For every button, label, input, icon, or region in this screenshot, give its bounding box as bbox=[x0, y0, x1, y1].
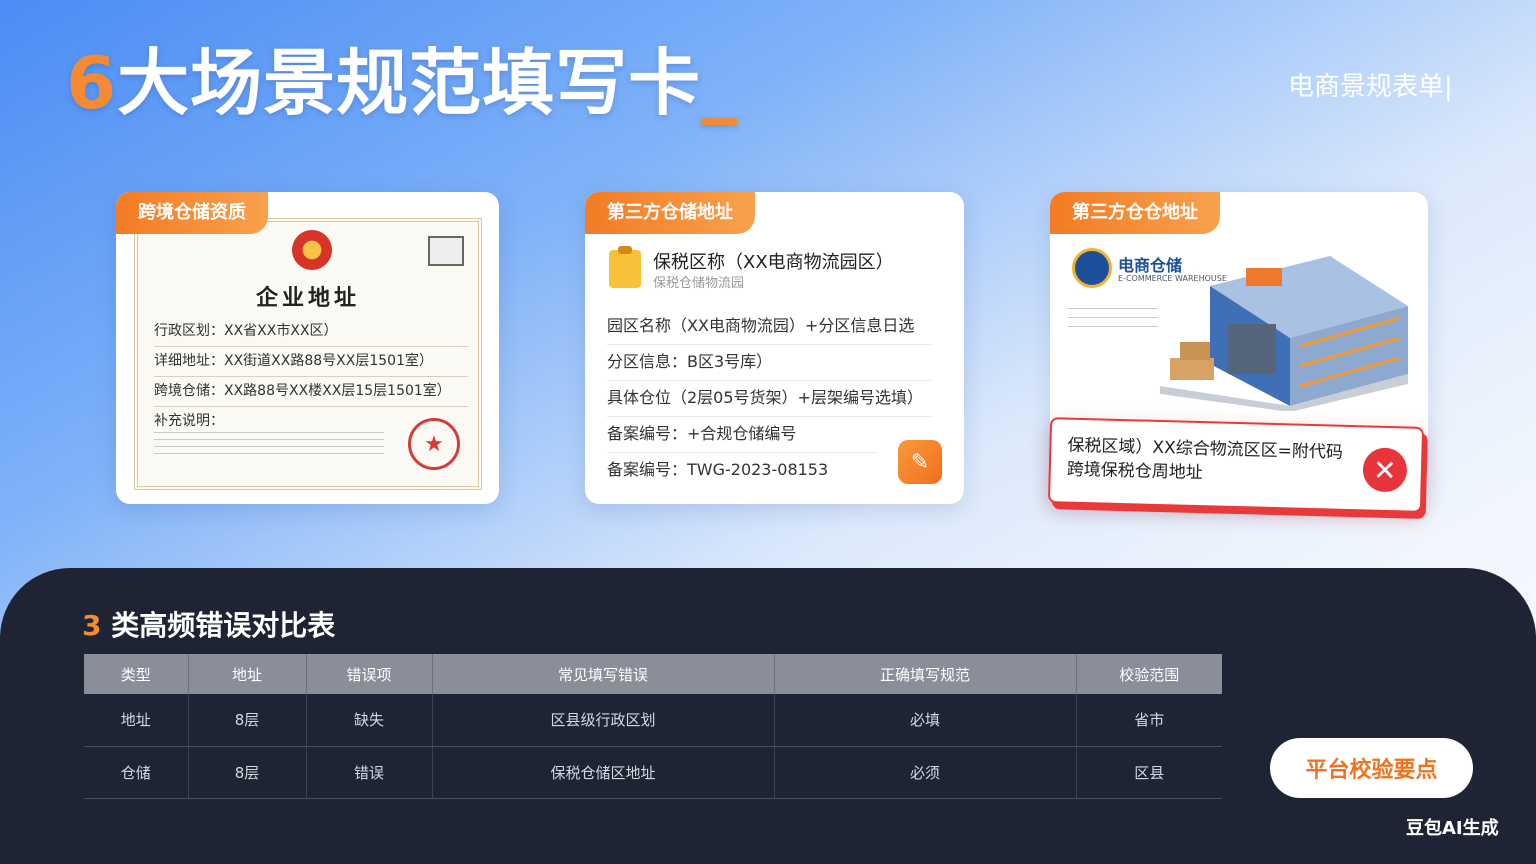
fine-print bbox=[1068, 308, 1158, 334]
warehouse-illustration bbox=[1160, 256, 1408, 411]
table-cell: 区县 bbox=[1076, 746, 1222, 799]
table-cell: 地址 bbox=[84, 694, 189, 747]
card-enterprise-address[interactable]: 企业地址 行政区划：XX省XX市XX区） 详细地址：XX街道XX路88号XX层1… bbox=[116, 192, 499, 504]
row-park-name: 园区名称（XX电商物流园）+分区信息日选 bbox=[607, 312, 931, 345]
table-cell: 缺失 bbox=[306, 694, 433, 747]
cert-row-detail: 详细地址：XX街道XX路88号XX层1501室） bbox=[154, 350, 468, 377]
table-row: 地址 8层 缺失 区县级行政区划 必填 省市 bbox=[84, 694, 1222, 747]
error-text: 保税区域）XX综合物流区区=附代码 跨境保税仓周地址 bbox=[1067, 434, 1344, 489]
certificate-title: 企业地址 bbox=[255, 286, 360, 311]
ai-watermark: 豆包AI生成 bbox=[1406, 818, 1499, 839]
top-right-tag: 电商景规表单| bbox=[1288, 72, 1453, 102]
section-number: 3 bbox=[82, 609, 102, 642]
row-zone-info: 分区信息：B区3号库） bbox=[607, 348, 931, 381]
title-cursor: _ bbox=[701, 41, 739, 125]
table-cell: 区县级行政区划 bbox=[432, 694, 775, 747]
table-cell: 必须 bbox=[774, 746, 1077, 799]
page-title: 6大场景规范填写卡_ bbox=[66, 38, 738, 128]
close-icon: ✕ bbox=[1362, 447, 1408, 493]
title-number: 6 bbox=[66, 41, 118, 125]
edit-icon: ✎ bbox=[910, 449, 930, 475]
table-header: 校验范围 bbox=[1076, 654, 1222, 694]
table-cell: 8层 bbox=[188, 746, 307, 799]
comparison-table: 类型 地址 错误项 常见填写错误 正确填写规范 校验范围 地址 8层 缺失 区县… bbox=[84, 654, 1222, 799]
certificate-image: 企业地址 行政区划：XX省XX市XX区） 详细地址：XX街道XX路88号XX层1… bbox=[134, 218, 482, 490]
row-record-a: 备案编号：+合规仓储编号 bbox=[607, 420, 877, 453]
table-cell: 仓储 bbox=[84, 746, 189, 799]
card-subtitle: 保税仓储物流园 bbox=[653, 276, 745, 291]
section-title: 3 类高频错误对比表 bbox=[82, 604, 335, 644]
national-emblem-icon bbox=[292, 230, 332, 270]
card-third-party-address[interactable]: 第三方仓储地址 保税区称（XX电商物流园区） 保税仓储物流园 园区名称（XX电商… bbox=[585, 192, 964, 504]
card-tag: 第三方仓仓地址 bbox=[1050, 192, 1220, 234]
card-title: 保税区称（XX电商物流园区） bbox=[653, 252, 894, 273]
title-text: 大场景规范填写卡 bbox=[117, 41, 702, 125]
section-title-text: 类高频错误对比表 bbox=[111, 609, 336, 642]
row-position: 具体仓位（2层05号货架）+层架编号选填） bbox=[607, 384, 931, 417]
table-header-row: 类型 地址 错误项 常见填写错误 正确填写规范 校验范围 bbox=[84, 654, 1222, 694]
platform-check-button[interactable]: 平台校验要点 bbox=[1270, 738, 1473, 798]
red-stamp-icon: ★ bbox=[408, 418, 460, 470]
document-icon bbox=[428, 236, 464, 266]
table-header: 地址 bbox=[188, 654, 307, 694]
row-record-b: 备案编号：TWG-2023-08153 bbox=[607, 460, 829, 479]
warehouse-logo-icon bbox=[1072, 248, 1112, 288]
cert-fine-print bbox=[154, 432, 384, 456]
table-header: 类型 bbox=[84, 654, 189, 694]
card-tag: 第三方仓储地址 bbox=[585, 192, 755, 234]
edit-button[interactable]: ✎ bbox=[898, 440, 942, 484]
cert-row-warehouse: 跨境仓储：XX路88号XX楼XX层15层1501室） bbox=[154, 380, 468, 407]
table-cell: 错误 bbox=[306, 746, 433, 799]
table-row: 仓储 8层 错误 保税仓储区地址 必须 区县 bbox=[84, 746, 1222, 799]
table-header: 错误项 bbox=[306, 654, 433, 694]
error-callout: 保税区域）XX综合物流区区=附代码 跨境保税仓周地址 ✕ bbox=[1047, 417, 1425, 513]
clipboard-icon bbox=[609, 246, 641, 288]
error-comparison-section: 3 类高频错误对比表 类型 地址 错误项 常见填写错误 正确填写规范 校验范围 … bbox=[0, 568, 1536, 864]
card-tag: 跨境仓储资质 bbox=[116, 192, 268, 234]
table-cell: 保税仓储区地址 bbox=[432, 746, 775, 799]
table-cell: 必填 bbox=[774, 694, 1077, 747]
table-header: 常见填写错误 bbox=[432, 654, 775, 694]
table-cell: 8层 bbox=[188, 694, 307, 747]
cert-row-admin: 行政区划：XX省XX市XX区） bbox=[154, 320, 468, 347]
table-cell: 省市 bbox=[1076, 694, 1222, 747]
table-header: 正确填写规范 bbox=[774, 654, 1077, 694]
